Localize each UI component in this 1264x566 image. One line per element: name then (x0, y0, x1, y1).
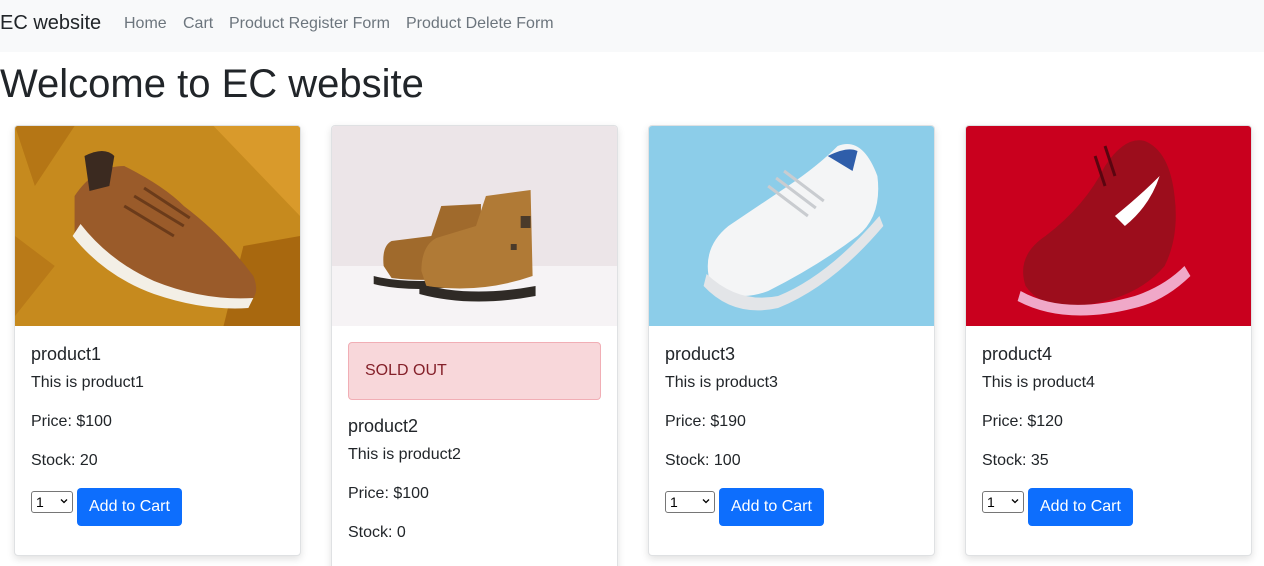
product-title: product2 (348, 416, 419, 436)
product-card-1: product1 This is product1 Price: $100 St… (14, 125, 301, 556)
page-title: Welcome to EC website (0, 62, 424, 106)
product-image-3 (649, 126, 934, 326)
quantity-select[interactable]: 1 (31, 491, 73, 513)
nav-link-home[interactable]: Home (124, 15, 167, 33)
product-title: product1 (31, 344, 102, 364)
nav-link-product-register-form[interactable]: Product Register Form (229, 15, 390, 33)
nav-link-product-delete-form[interactable]: Product Delete Form (406, 15, 554, 33)
product-stock: Stock: 100 (665, 452, 741, 469)
product-price: Price: $100 (31, 413, 112, 430)
quantity-select[interactable]: 1 (665, 491, 715, 513)
product-title: product3 (665, 344, 736, 364)
quantity-select[interactable]: 1 (982, 491, 1024, 513)
nav-link-cart[interactable]: Cart (183, 15, 213, 33)
product-title: product4 (982, 344, 1053, 364)
product-price: Price: $100 (348, 485, 429, 502)
navbar: EC website Home Cart Product Register Fo… (0, 0, 1264, 52)
product-description: This is product4 (982, 374, 1095, 391)
product-description: This is product1 (31, 374, 144, 391)
product-card-2: SOLD OUT product2 This is product2 Price… (331, 125, 618, 566)
product-description: This is product2 (348, 446, 461, 463)
navbar-brand[interactable]: EC website (0, 12, 101, 35)
add-to-cart-button[interactable]: Add to Cart (719, 488, 824, 526)
product-image-4 (966, 126, 1251, 326)
chevron-down-icon (702, 499, 710, 504)
quantity-value: 1 (987, 494, 995, 510)
add-to-cart-button[interactable]: Add to Cart (1028, 488, 1133, 526)
quantity-value: 1 (36, 494, 44, 510)
product-price: Price: $190 (665, 413, 746, 430)
product-stock: Stock: 35 (982, 452, 1049, 469)
chevron-down-icon (1011, 499, 1019, 504)
chevron-down-icon (60, 499, 68, 504)
product-stock: Stock: 20 (31, 452, 98, 469)
sold-out-alert: SOLD OUT (348, 342, 601, 400)
quantity-value: 1 (670, 494, 678, 510)
product-stock: Stock: 0 (348, 524, 406, 541)
product-image-1 (15, 126, 300, 326)
product-card-4: product4 This is product4 Price: $120 St… (965, 125, 1252, 556)
add-to-cart-button[interactable]: Add to Cart (77, 488, 182, 526)
product-price: Price: $120 (982, 413, 1063, 430)
product-description: This is product3 (665, 374, 778, 391)
product-image-2 (332, 126, 617, 326)
product-card-3: product3 This is product3 Price: $190 St… (648, 125, 935, 556)
